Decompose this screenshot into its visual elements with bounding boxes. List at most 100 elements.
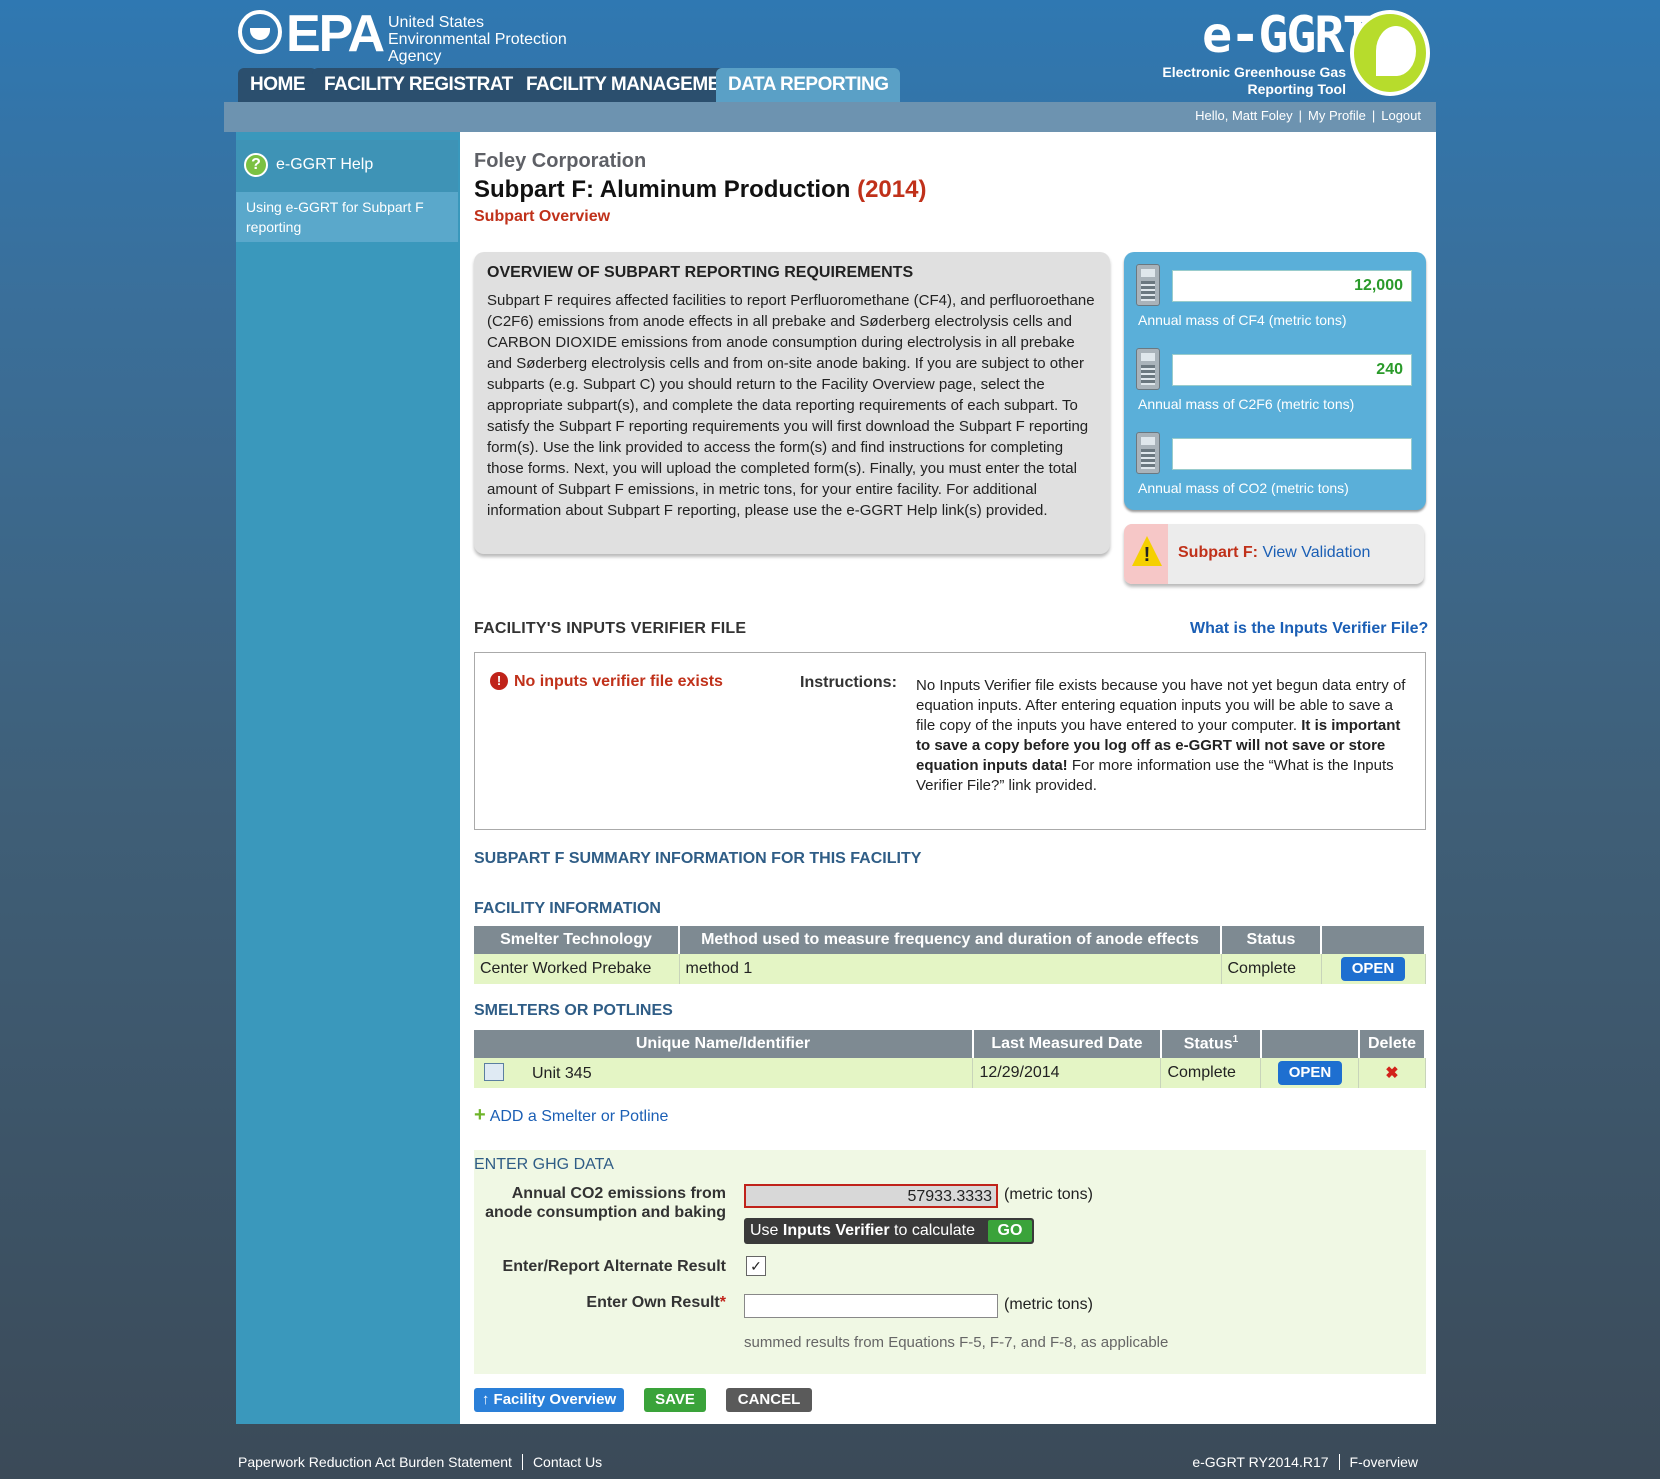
col-header: Smelter Technology: [474, 926, 680, 954]
open-facility-info-button[interactable]: OPEN: [1341, 957, 1405, 981]
overview-text: Subpart F requires affected facilities t…: [487, 292, 1095, 519]
cell-status: Complete: [1160, 1058, 1262, 1088]
epa-flower-icon: [238, 10, 282, 54]
col-header: [1321, 926, 1426, 954]
table-row: Unit 345 12/29/2014 Complete OPEN ✖: [474, 1058, 1426, 1088]
co2-emissions-field[interactable]: 57933.3333: [744, 1184, 998, 1208]
error-icon: !: [490, 672, 508, 690]
cell-action: OPEN: [1260, 1058, 1360, 1088]
epa-logo[interactable]: EPA United States Environmental Protecti…: [238, 5, 598, 65]
organization-name: Foley Corporation: [474, 150, 647, 172]
version-text: e-GGRT RY2014.R17: [1192, 1454, 1329, 1470]
sidebar: [236, 132, 462, 1424]
validation-subpart: Subpart F:: [1178, 544, 1258, 561]
cell-action: OPEN: [1321, 954, 1426, 984]
cell-tech: Center Worked Prebake: [474, 954, 680, 984]
egret-bird-icon: [1350, 10, 1430, 96]
c2f6-total-label: Annual mass of C2F6 (metric tons): [1138, 396, 1355, 412]
greeting: Hello, Matt Foley: [1195, 108, 1293, 123]
smelter-name: Unit 345: [532, 1065, 592, 1082]
alternate-result-checkbox[interactable]: ✓: [746, 1256, 766, 1276]
cell-status: Complete: [1221, 954, 1322, 984]
table-row: Center Worked Prebake method 1 Complete …: [474, 954, 1426, 984]
add-smelter-link[interactable]: + ADD a Smelter or Potline: [474, 1104, 668, 1127]
facility-info-table: Smelter Technology Method used to measur…: [474, 926, 1426, 984]
add-smelter-label: ADD a Smelter or Potline: [489, 1108, 669, 1125]
c2f6-total-field: 240: [1172, 354, 1412, 386]
co2-emissions-label: Annual CO2 emissions from anode consumpt…: [485, 1185, 726, 1221]
help-header[interactable]: ? e-GGRT Help: [236, 140, 458, 192]
overview-title: OVERVIEW OF SUBPART REPORTING REQUIREMEN…: [487, 264, 914, 281]
up-arrow-icon: ↑: [481, 1391, 494, 1408]
own-result-unit: (metric tons): [1004, 1296, 1093, 1313]
facility-overview-label: Facility Overview: [493, 1391, 617, 1408]
contact-link[interactable]: Contact Us: [533, 1454, 602, 1470]
page-id-text: F-overview: [1349, 1454, 1418, 1470]
own-result-field[interactable]: [744, 1294, 998, 1318]
calculator-icon[interactable]: [1136, 432, 1160, 474]
reporting-year: (2014): [857, 176, 927, 203]
facility-info-title: FACILITY INFORMATION: [474, 900, 661, 917]
cancel-button[interactable]: CANCEL: [726, 1388, 812, 1412]
sidebar-item-label: Using e-GGRT for Subpart F reporting: [246, 199, 424, 235]
page-title-text: Subpart F: Aluminum Production: [474, 176, 851, 203]
verifier-help-link[interactable]: What is the Inputs Verifier File?: [1190, 620, 1428, 638]
help-question-icon: ?: [244, 153, 268, 177]
open-smelter-button[interactable]: OPEN: [1277, 1061, 1342, 1085]
sidebar-item-subpart-f-help[interactable]: Using e-GGRT for Subpart F reporting: [236, 192, 458, 242]
smelters-title: SMELTERS OR POTLINES: [474, 1002, 673, 1019]
eggrt-subtitle: Electronic Greenhouse Gas Reporting Tool: [1162, 64, 1346, 97]
inputs-verifier-button[interactable]: Use Inputs Verifier to calculate GO: [744, 1218, 1034, 1244]
required-marker: *: [719, 1294, 726, 1311]
cell-method: method 1: [679, 954, 1222, 984]
own-result-label: Enter Own Result*: [474, 1294, 726, 1312]
verifier-text: Use: [750, 1222, 783, 1239]
logout-link[interactable]: Logout: [1381, 108, 1421, 123]
save-button[interactable]: SAVE: [644, 1388, 706, 1412]
own-result-note: summed results from Equations F-5, F-7, …: [744, 1334, 1169, 1351]
co2-unit: (metric tons): [1004, 1186, 1093, 1203]
verifier-text: to calculate: [889, 1222, 975, 1239]
delete-icon[interactable]: ✖: [1358, 1058, 1426, 1088]
verifier-status-text: No inputs verifier file exists: [514, 673, 723, 690]
tab-home[interactable]: HOME: [238, 68, 317, 102]
calculator-icon[interactable]: [1136, 348, 1160, 390]
own-result-text: Enter Own Result: [586, 1294, 720, 1311]
edit-document-icon[interactable]: [484, 1063, 504, 1081]
facility-overview-button[interactable]: ↑ Facility Overview: [474, 1388, 624, 1412]
epa-letters: EPA: [286, 5, 385, 63]
cf4-total-label: Annual mass of CF4 (metric tons): [1138, 312, 1347, 328]
summary-title: SUBPART F SUMMARY INFORMATION FOR THIS F…: [474, 850, 922, 867]
cf4-total-field: 12,000: [1172, 270, 1412, 302]
go-button[interactable]: GO: [988, 1220, 1032, 1242]
smelters-table: Unique Name/Identifier Last Measured Dat…: [474, 1030, 1427, 1088]
instructions-label: Instructions:: [800, 674, 897, 691]
footer-version: e-GGRT RY2014.R17 F-overview: [1192, 1454, 1418, 1470]
co2-total-field: [1172, 438, 1412, 470]
col-header: Unique Name/Identifier: [474, 1030, 974, 1058]
view-validation-link[interactable]: View Validation: [1262, 544, 1370, 561]
verifier-text-bold: Inputs Verifier: [782, 1222, 890, 1239]
col-header: Status1: [1160, 1030, 1262, 1058]
epa-name: United States Environmental Protection A…: [388, 14, 567, 65]
calculator-icon[interactable]: [1136, 264, 1160, 306]
eggrt-title: e-GGRT: [1202, 6, 1373, 64]
col-header: Last Measured Date: [972, 1030, 1162, 1058]
ghg-title: ENTER GHG DATA: [474, 1156, 614, 1173]
page-title: Subpart F: Aluminum Production (2014): [474, 176, 926, 204]
instructions-text: No Inputs Verifier file exists because y…: [916, 676, 1416, 796]
tab-data-reporting[interactable]: DATA REPORTING: [716, 68, 901, 102]
footnote-marker: 1: [1232, 1034, 1239, 1046]
user-links: Hello, Matt Foley | My Profile | Logout: [1195, 108, 1421, 123]
verifier-status: ! No inputs verifier file exists: [490, 672, 723, 691]
help-label: e-GGRT Help: [276, 156, 374, 173]
footer-links: Paperwork Reduction Act Burden Statement…: [238, 1454, 602, 1470]
col-header: Method used to measure frequency and dur…: [679, 926, 1222, 954]
paperwork-link[interactable]: Paperwork Reduction Act Burden Statement: [238, 1454, 512, 1470]
col-header-text: Status: [1183, 1035, 1233, 1053]
my-profile-link[interactable]: My Profile: [1308, 108, 1366, 123]
eggrt-logo: e-GGRT Electronic Greenhouse Gas Reporti…: [1150, 6, 1430, 102]
verifier-title: FACILITY'S INPUTS VERIFIER FILE: [474, 620, 747, 637]
col-header: Status: [1221, 926, 1322, 954]
page-subtitle: Subpart Overview: [474, 208, 611, 225]
